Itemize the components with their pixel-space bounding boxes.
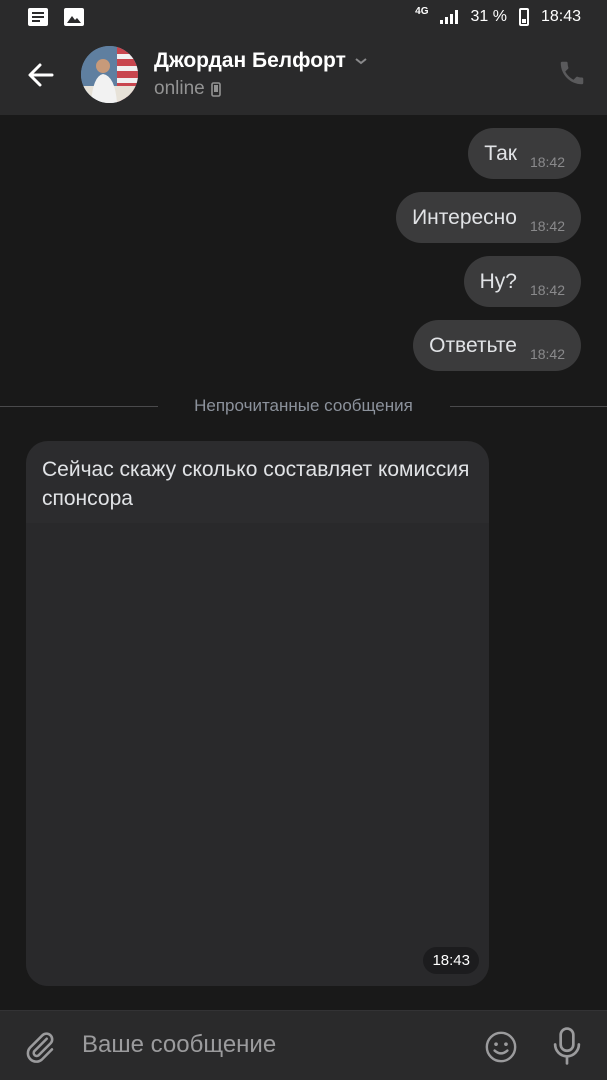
avatar-photo <box>81 46 138 103</box>
paperclip-icon[interactable] <box>22 1029 58 1065</box>
clock: 18:43 <box>540 8 581 25</box>
back-arrow-icon[interactable] <box>22 56 60 94</box>
outgoing-message[interactable]: Ответьте 18:42 <box>413 320 581 371</box>
notification-news-icon <box>28 8 48 26</box>
message-text: Так <box>484 141 517 165</box>
network-type: 4G <box>415 6 429 17</box>
message-text: Ответьте <box>429 333 517 357</box>
message-text: Интересно <box>412 205 517 229</box>
notification-icons <box>28 8 84 26</box>
chevron-down-icon[interactable] <box>354 56 368 66</box>
emoji-icon[interactable] <box>484 1030 518 1064</box>
unread-divider: Непрочитанные сообщения <box>0 395 607 417</box>
contact-status: online <box>154 78 221 100</box>
message-composer <box>0 1010 607 1080</box>
message-time: 18:42 <box>529 281 565 298</box>
signal-icon <box>440 10 459 24</box>
avatar[interactable] <box>81 46 138 103</box>
battery-percent: 31 % <box>470 8 507 25</box>
message-time: 18:43 <box>423 947 479 974</box>
outgoing-message[interactable]: Интересно 18:42 <box>396 192 581 243</box>
mobile-device-icon <box>210 81 221 97</box>
message-input[interactable] <box>82 1025 462 1065</box>
status-bar: 4G 31 % 18:43 <box>0 0 607 36</box>
phone-icon[interactable] <box>557 58 587 88</box>
message-time: 18:42 <box>529 153 565 170</box>
unread-divider-label: Непрочитанные сообщения <box>194 396 413 415</box>
microphone-icon[interactable] <box>551 1027 583 1065</box>
outgoing-message[interactable]: Так 18:42 <box>468 128 581 179</box>
contact-name-text: Джордан Белфорт <box>154 49 346 72</box>
message-time: 18:42 <box>529 345 565 362</box>
battery-icon <box>518 8 529 26</box>
contact-name[interactable]: Джордан Белфорт <box>154 49 368 73</box>
status-text: online <box>154 78 205 99</box>
message-media-placeholder[interactable] <box>26 523 489 986</box>
message-time: 18:42 <box>529 217 565 234</box>
message-text: Сейчас скажу сколько составляет комиссия… <box>42 458 470 510</box>
incoming-message[interactable]: Сейчас скажу сколько составляет комиссия… <box>26 441 489 986</box>
notification-gallery-icon <box>64 8 84 26</box>
chat-header: Джордан Белфорт online <box>0 36 607 115</box>
message-text: Ну? <box>479 269 517 293</box>
outgoing-message[interactable]: Ну? 18:42 <box>463 256 581 307</box>
